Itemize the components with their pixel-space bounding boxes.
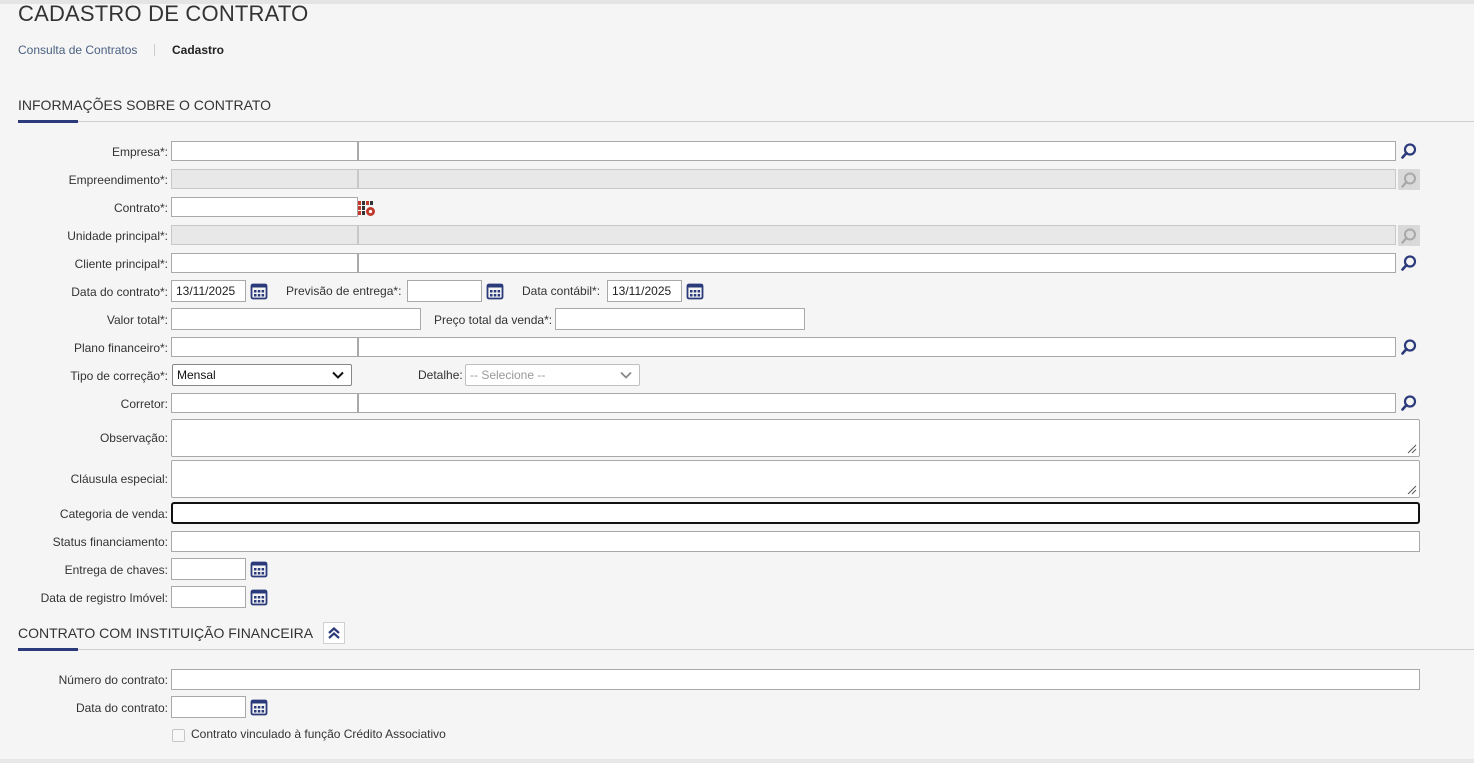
corretor-search-button[interactable] bbox=[1399, 393, 1419, 413]
section-divider bbox=[18, 649, 1474, 650]
plano-name-input[interactable] bbox=[358, 337, 1396, 357]
tipo-correcao-value: Mensal bbox=[177, 368, 216, 382]
detalhe-label: Detalhe: bbox=[418, 368, 463, 382]
observacao-textarea[interactable] bbox=[171, 419, 1420, 457]
credito-associativo-checkbox[interactable] bbox=[172, 729, 185, 742]
entrega-chaves-input[interactable] bbox=[171, 558, 246, 580]
resize-grip-icon bbox=[1407, 444, 1417, 454]
observacao-label: Observação: bbox=[99, 431, 168, 445]
search-icon bbox=[1401, 255, 1417, 271]
calendar-icon bbox=[486, 283, 504, 300]
resize-grip-icon bbox=[1407, 485, 1417, 495]
detalhe-value: -- Selecione -- bbox=[470, 368, 546, 382]
corretor-name-input[interactable] bbox=[358, 393, 1396, 413]
categoria-input[interactable] bbox=[171, 502, 1420, 524]
breadcrumb-current: Cadastro bbox=[172, 43, 225, 57]
previsao-calendar-button[interactable] bbox=[486, 282, 504, 300]
data-registro-input[interactable] bbox=[171, 586, 246, 608]
previsao-label: Previsão de entrega*: bbox=[286, 284, 402, 298]
search-icon bbox=[1401, 172, 1416, 188]
empreendimento-code-input[interactable] bbox=[171, 169, 358, 189]
clausula-textarea[interactable] bbox=[171, 460, 1420, 498]
section-accent bbox=[18, 648, 78, 651]
credito-associativo-label: Contrato vinculado à função Crédito Asso… bbox=[191, 727, 446, 741]
detalhe-select[interactable]: -- Selecione -- bbox=[465, 364, 640, 386]
breadcrumb-link-consulta[interactable]: Consulta de Contratos bbox=[18, 43, 137, 57]
clausula-label: Cláusula especial: bbox=[70, 472, 168, 486]
contrato-input[interactable] bbox=[171, 197, 358, 217]
search-icon bbox=[1401, 339, 1417, 355]
data-contabil-calendar-button[interactable] bbox=[686, 282, 704, 300]
data-contabil-input[interactable] bbox=[607, 280, 682, 302]
corretor-label: Corretor: bbox=[120, 397, 168, 411]
numero-contrato-input[interactable] bbox=[171, 669, 1420, 690]
data-contrato-label: Data do contrato*: bbox=[71, 285, 168, 299]
tipo-correcao-label: Tipo de correção*: bbox=[70, 369, 168, 383]
data-registro-label: Data de registro Imóvel: bbox=[40, 591, 168, 605]
calendar-icon bbox=[250, 561, 268, 578]
code-generator-icon bbox=[358, 201, 375, 216]
empresa-name-input[interactable] bbox=[358, 141, 1396, 161]
previsao-input[interactable] bbox=[407, 280, 482, 302]
section-title-contract-info: INFORMAÇÕES SOBRE O CONTRATO bbox=[18, 97, 272, 113]
search-icon bbox=[1401, 395, 1417, 411]
categoria-label: Categoria de venda: bbox=[59, 507, 168, 521]
empreendimento-label: Empreendimento*: bbox=[68, 173, 168, 187]
data-contrato-calendar-button[interactable] bbox=[250, 282, 268, 300]
plano-code-input[interactable] bbox=[171, 337, 358, 357]
valor-total-label: Valor total*: bbox=[106, 313, 168, 327]
search-icon bbox=[1401, 228, 1416, 244]
calendar-icon bbox=[250, 699, 268, 716]
chevron-up-double-icon bbox=[328, 627, 340, 639]
status-fin-label: Status financiamento: bbox=[52, 535, 168, 549]
data-contrato-if-label: Data do contrato: bbox=[75, 701, 168, 715]
empresa-code-input[interactable] bbox=[171, 141, 358, 161]
section-accent bbox=[18, 120, 78, 123]
preco-total-input[interactable] bbox=[555, 308, 805, 330]
plano-label: Plano financeiro*: bbox=[73, 341, 168, 355]
contrato-label: Contrato*: bbox=[113, 201, 168, 215]
empresa-label: Empresa*: bbox=[111, 145, 168, 159]
cliente-label: Cliente principal*: bbox=[74, 257, 168, 271]
data-contrato-input[interactable] bbox=[171, 280, 246, 302]
tipo-correcao-select[interactable]: Mensal bbox=[172, 364, 352, 386]
calendar-icon bbox=[686, 283, 704, 300]
valor-total-input[interactable] bbox=[171, 308, 421, 330]
empreendimento-name-input[interactable] bbox=[358, 169, 1396, 189]
status-fin-input[interactable] bbox=[171, 531, 1420, 552]
calendar-icon bbox=[250, 283, 268, 300]
collapse-section-button[interactable] bbox=[323, 622, 345, 644]
plano-search-button[interactable] bbox=[1399, 337, 1419, 357]
entrega-chaves-calendar-button[interactable] bbox=[250, 560, 268, 578]
corretor-code-input[interactable] bbox=[171, 393, 358, 413]
calendar-icon bbox=[250, 589, 268, 606]
empreendimento-search-button[interactable] bbox=[1398, 169, 1420, 190]
unidade-label: Unidade principal*: bbox=[67, 229, 168, 243]
section-title-financial-institution: CONTRATO COM INSTITUIÇÃO FINANCEIRA bbox=[18, 625, 314, 641]
unidade-code-input[interactable] bbox=[171, 225, 358, 245]
cliente-name-input[interactable] bbox=[358, 253, 1396, 273]
cliente-search-button[interactable] bbox=[1399, 253, 1419, 273]
search-icon bbox=[1401, 143, 1417, 159]
generate-contract-button[interactable] bbox=[357, 198, 377, 218]
data-contabil-label: Data contábil*: bbox=[522, 284, 601, 298]
preco-total-label: Preço total da venda*: bbox=[434, 313, 553, 327]
bottom-bar bbox=[0, 759, 1474, 763]
section-divider bbox=[18, 121, 1474, 122]
empresa-search-button[interactable] bbox=[1399, 141, 1419, 161]
breadcrumb-separator bbox=[154, 44, 155, 56]
cliente-code-input[interactable] bbox=[171, 253, 358, 273]
unidade-search-button[interactable] bbox=[1398, 225, 1420, 246]
chevron-down-icon bbox=[620, 371, 632, 379]
data-contrato-if-calendar-button[interactable] bbox=[250, 698, 268, 716]
unidade-name-input[interactable] bbox=[358, 225, 1396, 245]
data-registro-calendar-button[interactable] bbox=[250, 588, 268, 606]
page-title: CADASTRO DE CONTRATO bbox=[18, 1, 309, 26]
numero-contrato-label: Número do contrato: bbox=[58, 673, 168, 687]
entrega-chaves-label: Entrega de chaves: bbox=[64, 563, 168, 577]
chevron-down-icon bbox=[332, 371, 344, 379]
data-contrato-if-input[interactable] bbox=[171, 696, 246, 718]
